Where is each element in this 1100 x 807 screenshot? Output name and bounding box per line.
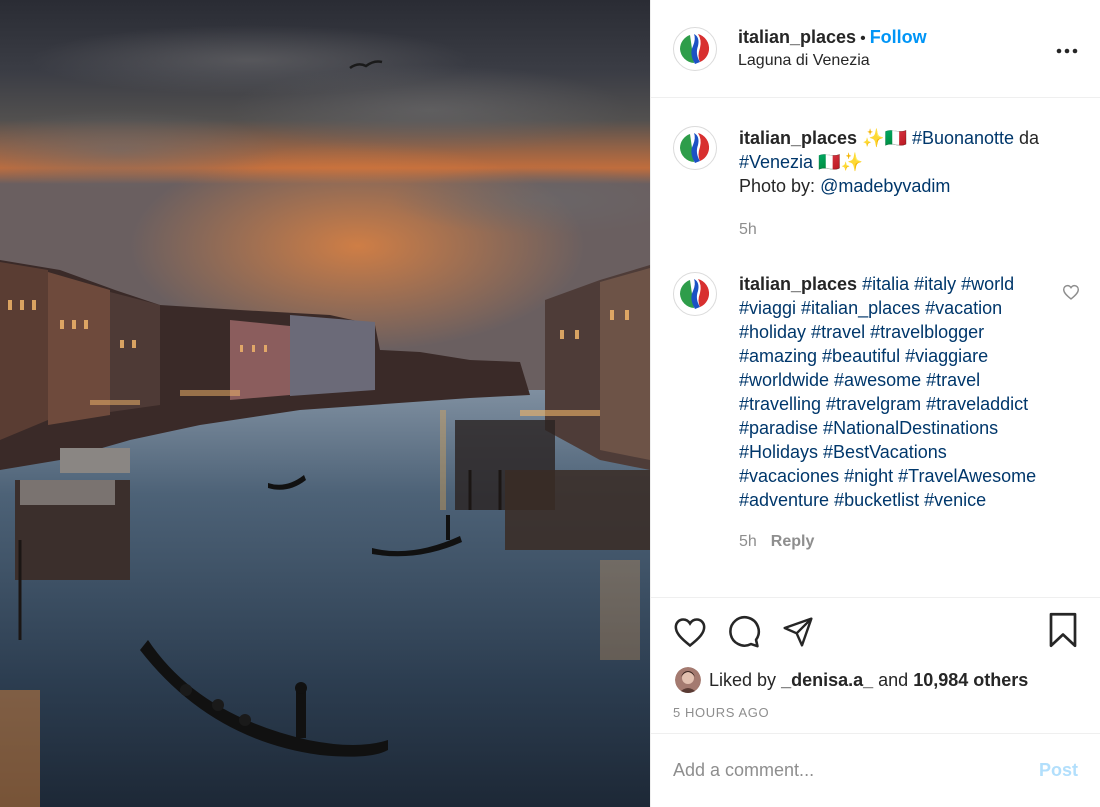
liked-by-label: Liked by xyxy=(709,669,777,690)
post-comment-button[interactable]: Post xyxy=(1039,760,1078,781)
photo-by-label: Photo by: xyxy=(739,176,816,196)
caption: italian_places ✨🇮🇹 #Buonanotte da #Venez… xyxy=(673,126,1080,242)
comment-body: italian_places #italia #italy #world #vi… xyxy=(739,272,1049,554)
comment-bubble-icon[interactable] xyxy=(727,615,761,649)
others-count[interactable]: 10,984 others xyxy=(913,670,1028,690)
post-photo[interactable] xyxy=(0,0,650,807)
post-actions-bar xyxy=(651,597,1100,665)
likes-summary: Liked by _denisa.a_ and 10,984 others xyxy=(651,665,1100,695)
instagram-post-window: italian_places • Follow Laguna di Venezia xyxy=(0,0,1100,807)
caption-avatar[interactable] xyxy=(673,126,717,170)
profile-avatar[interactable] xyxy=(673,26,717,71)
mention-madebyvadim[interactable]: @madebyvadim xyxy=(820,176,950,196)
separator-dot: • xyxy=(860,29,866,47)
comment-username[interactable]: italian_places xyxy=(739,274,857,294)
comment-avatar[interactable] xyxy=(673,272,717,316)
hashtag-venezia[interactable]: #Venezia xyxy=(739,152,813,172)
comment-hashtags[interactable]: #italia #italy #world #viaggi #italian_p… xyxy=(739,274,1036,510)
sparkle-flag-emoji: ✨🇮🇹 xyxy=(862,128,907,148)
author-username[interactable]: italian_places xyxy=(738,27,856,47)
caption-body: italian_places ✨🇮🇹 #Buonanotte da #Venez… xyxy=(739,126,1049,242)
post-side-panel: italian_places • Follow Laguna di Venezia xyxy=(650,0,1100,807)
follow-button[interactable]: Follow xyxy=(870,27,927,47)
italy-logo-icon xyxy=(675,28,715,69)
like-heart-icon[interactable] xyxy=(673,616,707,648)
location-link[interactable]: Laguna di Venezia xyxy=(738,50,927,72)
post-header: italian_places • Follow Laguna di Venezia xyxy=(651,0,1100,98)
share-send-icon[interactable] xyxy=(781,616,815,648)
save-bookmark-icon[interactable] xyxy=(1048,612,1078,653)
caption-time[interactable]: 5h xyxy=(739,221,757,238)
reply-button[interactable]: Reply xyxy=(771,533,815,550)
liker-username[interactable]: _denisa.a_ xyxy=(781,670,873,690)
liker-avatar[interactable] xyxy=(675,667,701,693)
like-comment-heart-icon[interactable] xyxy=(1062,284,1080,305)
comment-input[interactable] xyxy=(673,760,1039,781)
caption-username[interactable]: italian_places xyxy=(739,128,857,148)
caption-text: da xyxy=(1019,128,1040,148)
add-comment-bar: Post xyxy=(651,733,1100,807)
post-timestamp[interactable]: 5 HOURS AGO xyxy=(651,695,1100,733)
flag-sparkle-emoji: 🇮🇹✨ xyxy=(818,152,863,172)
italy-logo-icon xyxy=(675,128,715,168)
post-header-meta: italian_places • Follow Laguna di Venezia xyxy=(738,26,927,72)
italy-logo-icon xyxy=(675,274,715,314)
hashtag-buonanotte[interactable]: #Buonanotte xyxy=(912,128,1014,148)
comment-item: italian_places #italia #italy #world #vi… xyxy=(673,272,1080,554)
comments-list: italian_places ✨🇮🇹 #Buonanotte da #Venez… xyxy=(651,98,1100,597)
more-options-icon[interactable] xyxy=(1056,34,1078,60)
likes-and-label: and xyxy=(878,669,909,690)
venice-canal-image xyxy=(0,0,650,807)
comment-time[interactable]: 5h xyxy=(739,533,757,550)
